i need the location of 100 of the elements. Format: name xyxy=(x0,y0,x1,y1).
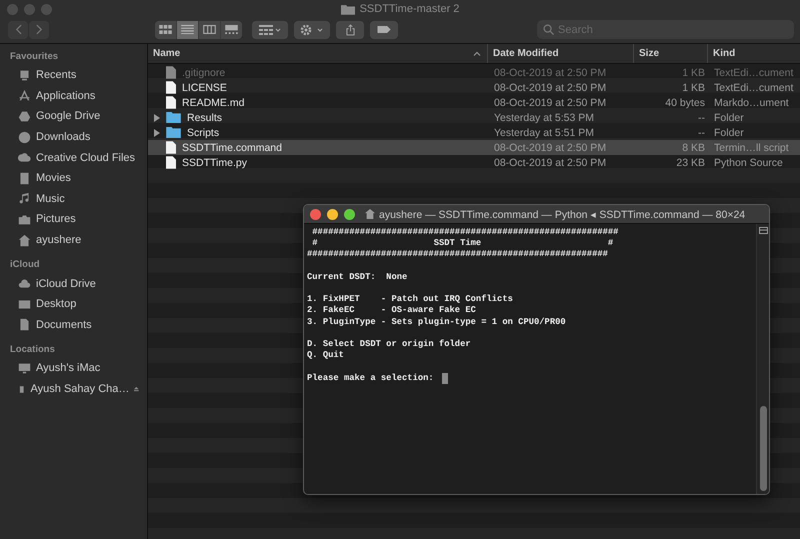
sidebar-item[interactable]: Applications xyxy=(0,86,147,106)
view-mode-button[interactable] xyxy=(221,20,242,38)
file-size: 8 KB xyxy=(681,142,706,154)
file-size: -- xyxy=(697,126,706,138)
sidebar-item[interactable]: Movies xyxy=(0,168,147,189)
document-icon xyxy=(166,156,176,169)
file-kind: TextEdi…cument xyxy=(713,82,794,94)
view-mode-button[interactable] xyxy=(177,20,198,38)
terminal-line: 1. FixHPET - Patch out IRQ Conflicts xyxy=(307,294,514,306)
sidebar-item[interactable]: Desktop xyxy=(0,294,147,315)
file-kind: Python Source xyxy=(713,156,784,168)
scroll-thumb[interactable] xyxy=(760,406,766,491)
terminal-line: D. Select DSDT or origin folder xyxy=(307,338,472,350)
date-modified: 08-Oct-2019 at 2:50 PM xyxy=(493,96,608,108)
file-row[interactable]: Results Yesterday at 5:53 PM -- Folder xyxy=(148,110,800,125)
share-button[interactable] xyxy=(336,20,364,38)
view-mode-button[interactable] xyxy=(155,20,176,38)
terminal-line: Q. Quit xyxy=(307,350,345,362)
scroll-bar[interactable] xyxy=(756,224,769,494)
sidebar-item[interactable]: Downloads xyxy=(0,126,147,148)
file-kind: Folder xyxy=(713,112,745,124)
sidebar-item[interactable]: Recents xyxy=(0,65,147,86)
close-button[interactable] xyxy=(310,208,321,220)
folder-icon xyxy=(340,4,355,14)
split-pane-icon[interactable] xyxy=(758,227,768,234)
chevron-left-icon xyxy=(14,24,22,35)
date-modified: 08-Oct-2019 at 2:50 PM xyxy=(493,82,608,94)
date-modified: Yesterday at 5:51 PM xyxy=(493,126,596,138)
terminal-line: 3. PluginType - Sets plugin-type = 1 on CPU0/PR00 xyxy=(307,316,567,328)
file-name: LICENSE xyxy=(182,82,227,94)
column-header[interactable]: Kind xyxy=(708,44,800,63)
view-mode-button[interactable] xyxy=(199,20,220,38)
text-cursor xyxy=(442,372,448,384)
sidebar-item[interactable]: Google Drive xyxy=(0,106,147,127)
terminal-line: 2. FakeEC - OS-aware Fake EC xyxy=(307,305,477,317)
file-name: .gitignore xyxy=(182,66,226,78)
sidebar-item[interactable]: iCloud Drive xyxy=(0,273,147,294)
eject-icon[interactable] xyxy=(134,385,139,394)
document-icon xyxy=(166,141,176,154)
minimize-button[interactable] xyxy=(327,208,338,220)
file-size: 1 KB xyxy=(681,82,706,94)
terminal-line: # SSDT Time # xyxy=(311,238,614,250)
chevron-right-icon xyxy=(36,24,42,35)
zoom-button[interactable] xyxy=(344,208,355,220)
column-header[interactable]: Date Modified xyxy=(488,44,634,63)
column-view-icon xyxy=(203,25,216,34)
file-kind: Folder xyxy=(713,126,745,138)
tag-icon xyxy=(376,26,392,33)
sidebar-item[interactable]: Documents xyxy=(0,314,147,336)
file-row[interactable]: SSDTTime.py 08-Oct-2019 at 2:50 PM 23 KB Python Source xyxy=(148,155,800,170)
terminal-line: Current DSDT: None xyxy=(307,272,408,283)
terminal-line: ######################################################### xyxy=(307,249,609,261)
disclosure-triangle-icon[interactable] xyxy=(154,114,160,122)
list-view-icon xyxy=(181,25,194,34)
file-name: Scripts xyxy=(187,126,220,138)
sidebar-heading: iCloud xyxy=(9,258,41,272)
file-kind: TextEdi…cument xyxy=(713,66,794,78)
file-kind: Termin…ll script xyxy=(713,142,790,154)
forward-button[interactable] xyxy=(29,20,49,38)
document-icon xyxy=(166,96,176,109)
file-name: README.md xyxy=(182,96,244,108)
sidebar-item[interactable]: ayushere xyxy=(0,230,147,250)
document-icon xyxy=(166,66,176,79)
sidebar-item[interactable]: Ayush Sahay Cha… xyxy=(0,378,147,400)
file-size: 23 KB xyxy=(675,156,706,168)
back-button[interactable] xyxy=(8,20,28,38)
terminal-prompt: Please make a selection: xyxy=(307,372,434,384)
share-icon xyxy=(346,24,354,36)
file-name: Results xyxy=(187,112,222,124)
sidebar-item[interactable]: Music xyxy=(0,188,147,210)
sidebar-item[interactable]: Pictures xyxy=(0,209,147,230)
date-modified: Yesterday at 5:53 PM xyxy=(493,112,596,124)
settings-button[interactable] xyxy=(294,20,330,38)
group-button[interactable] xyxy=(252,20,288,38)
date-modified: 08-Oct-2019 at 2:50 PM xyxy=(493,142,608,154)
folder-icon xyxy=(166,112,181,123)
folder-icon xyxy=(166,127,181,138)
column-header[interactable]: Name xyxy=(148,44,488,63)
file-row[interactable]: SSDTTime.command 08-Oct-2019 at 2:50 PM 8 KB Termin…ll script xyxy=(148,140,800,155)
file-name: SSDTTime.command xyxy=(182,142,282,154)
terminal-line: ########################################################## xyxy=(311,227,620,238)
gear-icon xyxy=(300,24,324,36)
column-header[interactable]: Size xyxy=(634,44,708,63)
file-kind: Markdo…ument xyxy=(713,96,790,108)
file-row[interactable]: README.md 08-Oct-2019 at 2:50 PM 40 bytes Markdo…ument xyxy=(148,95,800,110)
file-row[interactable]: Scripts Yesterday at 5:51 PM -- Folder xyxy=(148,125,800,140)
tag-button[interactable] xyxy=(370,20,398,38)
gallery-view-icon xyxy=(225,25,238,34)
sidebar-item[interactable]: Creative Cloud Files xyxy=(0,147,147,168)
sidebar-heading: Favourites xyxy=(9,50,60,63)
file-name: SSDTTime.py xyxy=(182,156,247,168)
sidebar-item[interactable]: Ayush's iMac xyxy=(0,358,147,379)
grid-dropdown-icon xyxy=(259,24,281,34)
disclosure-triangle-icon[interactable] xyxy=(154,128,160,136)
icon-view-icon xyxy=(159,25,172,34)
date-modified: 08-Oct-2019 at 2:50 PM xyxy=(493,156,608,168)
file-row[interactable]: LICENSE 08-Oct-2019 at 2:50 PM 1 KB TextEdi…cument xyxy=(148,80,800,95)
home-icon xyxy=(365,209,375,219)
window-title: SSDTTime-master 2 xyxy=(360,3,460,15)
sidebar-heading: Locations xyxy=(9,343,56,356)
